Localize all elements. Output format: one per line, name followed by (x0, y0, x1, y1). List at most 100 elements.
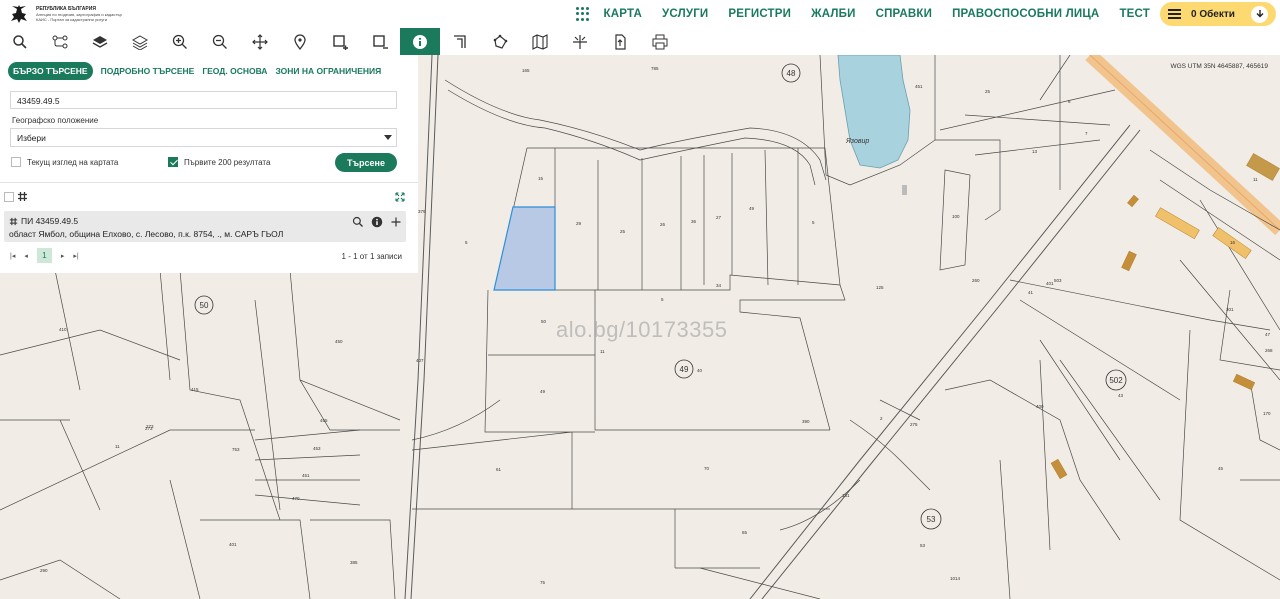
export-icon[interactable] (600, 28, 640, 55)
parcel-number: 1014 (950, 576, 961, 581)
tab-quick-search[interactable]: БЪРЗО ТЪРСЕНЕ (8, 62, 93, 80)
parcel-number: 29 (576, 221, 582, 226)
parcel-number: 301 (1226, 307, 1234, 312)
info-icon[interactable] (400, 28, 440, 55)
location-pin-icon[interactable] (280, 28, 320, 55)
map-icon[interactable] (520, 28, 560, 55)
pan-icon[interactable] (240, 28, 280, 55)
parcel-number: 36 (691, 219, 697, 224)
app-root: РЕПУБЛИКА БЪЛГАРИЯ Агенция по геодезия, … (0, 0, 1280, 599)
pager-info: 1 - 1 от 1 записи (341, 252, 402, 261)
nav-registers[interactable]: РЕГИСТРИ (728, 8, 791, 20)
tab-restriction-zones[interactable]: ЗОНИ НА ОГРАНИЧЕНИЯ (275, 66, 381, 76)
info-icon[interactable] (369, 214, 384, 229)
parcel-number: 16 (1230, 240, 1236, 245)
last-page-icon[interactable]: ▸| (73, 252, 78, 260)
zoom-to-icon[interactable] (350, 214, 365, 229)
measure-area-icon[interactable] (480, 28, 520, 55)
nav-complaints[interactable]: ЖАЛБИ (811, 8, 855, 20)
measure-angle-icon[interactable] (440, 28, 480, 55)
menu-icon (1168, 9, 1181, 19)
result-item[interactable]: ПИ 43459.49.5 област Ямбол, община Елхов… (4, 211, 406, 242)
logo-line-1: РЕПУБЛИКА БЪЛГАРИЯ (36, 5, 96, 12)
structure-marker (902, 185, 907, 195)
next-page-icon[interactable]: ▸ (61, 252, 65, 260)
objects-button[interactable]: 0 Обекти (1160, 2, 1276, 26)
parcel-number: 470 (292, 496, 300, 501)
parcel-number: 170 (1263, 411, 1271, 416)
nav-test[interactable]: ТЕСТ (1119, 8, 1150, 20)
parcel-number: 45 (1218, 466, 1224, 471)
parcel-number: 785 (651, 66, 659, 71)
parcel-number: 70 (704, 466, 710, 471)
parcel-number: 125 (876, 285, 884, 290)
first-200-checkbox[interactable]: Първите 200 резултата (168, 157, 270, 167)
print-icon[interactable] (640, 28, 680, 55)
prev-page-icon[interactable]: ◂ (24, 252, 28, 260)
parcel-number: 13 (1032, 149, 1038, 154)
logo-line-2: Агенция по геодезия, картография и кадас… (36, 11, 122, 17)
parcel-number: 25 (985, 89, 991, 94)
current-page[interactable]: 1 (36, 248, 52, 263)
pagination: |◂ ◂ 1 ▸ ▸| (10, 248, 79, 263)
parcel-number: 53 (920, 543, 926, 548)
first-page-icon[interactable]: |◂ (10, 252, 15, 260)
checkbox-box-checked[interactable] (168, 157, 178, 167)
parcel-number: 379 (418, 209, 426, 214)
tab-geodetic-base[interactable]: ГЕОД. ОСНОВА (202, 66, 267, 76)
parcel-number: 268 (1265, 348, 1273, 353)
parcel-number: 165 (522, 68, 530, 73)
coordinates-readout: WGS UTM 35N 4645887, 465619 (1170, 63, 1268, 70)
nav-map[interactable]: КАРТА (604, 8, 642, 20)
parcel-number: 451 (302, 473, 310, 478)
nav-references[interactable]: СПРАВКИ (876, 8, 933, 20)
tab-detailed-search[interactable]: ПОДРОБНО ТЪРСЕНЕ (101, 66, 195, 76)
download-icon (1251, 5, 1268, 23)
parcel-number: 34 (716, 283, 722, 288)
search-icon[interactable] (0, 28, 40, 55)
search-input[interactable]: 43459.49.5 (10, 91, 397, 109)
search-button[interactable]: Търсене (335, 153, 397, 172)
parcel-number: 11 (600, 349, 605, 354)
parcel-number: 50 (541, 319, 547, 324)
zoom-out-icon[interactable] (200, 28, 240, 55)
parcel-number: 390 (802, 419, 810, 424)
nav-services[interactable]: УСЛУГИ (662, 8, 708, 20)
result-actions (350, 214, 403, 229)
result-address: област Ямбол, община Елхово, с. Лесово, … (9, 229, 284, 239)
main-navigation: КАРТА УСЛУГИ РЕГИСТРИ ЖАЛБИ СПРАВКИ ПРАВ… (575, 0, 1280, 28)
expand-icon[interactable] (395, 192, 405, 202)
logo-line-3: КАИС - Портал за кадастрални услуги (36, 16, 107, 22)
lake-label: Язовир (845, 138, 869, 145)
parcel-number: 453 (313, 446, 321, 451)
parcel-number: 100 (952, 214, 960, 219)
parcel-number: 61 (496, 467, 502, 472)
select-area-remove-icon[interactable] (360, 28, 400, 55)
layers-icon[interactable] (80, 28, 120, 55)
agency-logo[interactable]: РЕПУБЛИКА БЪЛГАРИЯ Агенция по геодезия, … (0, 3, 122, 25)
panel-divider (0, 182, 418, 183)
current-view-checkbox[interactable]: Текущ изглед на картата (11, 157, 118, 167)
parcel-number: 27 (716, 215, 722, 220)
nav-licensed-persons[interactable]: ПРАВОСПОСОБНИ ЛИЦА (952, 8, 1099, 20)
apps-grid-icon[interactable] (575, 7, 590, 21)
parcel-number: 131 (842, 493, 850, 498)
select-all-checkbox[interactable] (4, 192, 14, 202)
add-icon[interactable] (388, 214, 403, 229)
layers-outline-icon[interactable] (120, 28, 160, 55)
coordinates-icon[interactable] (560, 28, 600, 55)
parcel-number: 410 (59, 327, 67, 332)
current-view-label: Текущ изглед на картата (27, 157, 119, 167)
zoom-in-icon[interactable] (160, 28, 200, 55)
route-icon[interactable] (40, 28, 80, 55)
parcel-number: 451 (915, 84, 923, 89)
select-area-add-icon[interactable] (320, 28, 360, 55)
grid-hash-icon (18, 192, 27, 201)
geo-position-select[interactable]: Избери (10, 128, 397, 147)
parcel-number: 41 (1028, 290, 1034, 295)
parcel-number: 260 (972, 278, 980, 283)
parcel-number: 401 (229, 542, 237, 547)
parcel-number: 455 (320, 418, 328, 423)
checkbox-box[interactable] (11, 157, 21, 167)
parcel-number: 385 (350, 560, 358, 565)
